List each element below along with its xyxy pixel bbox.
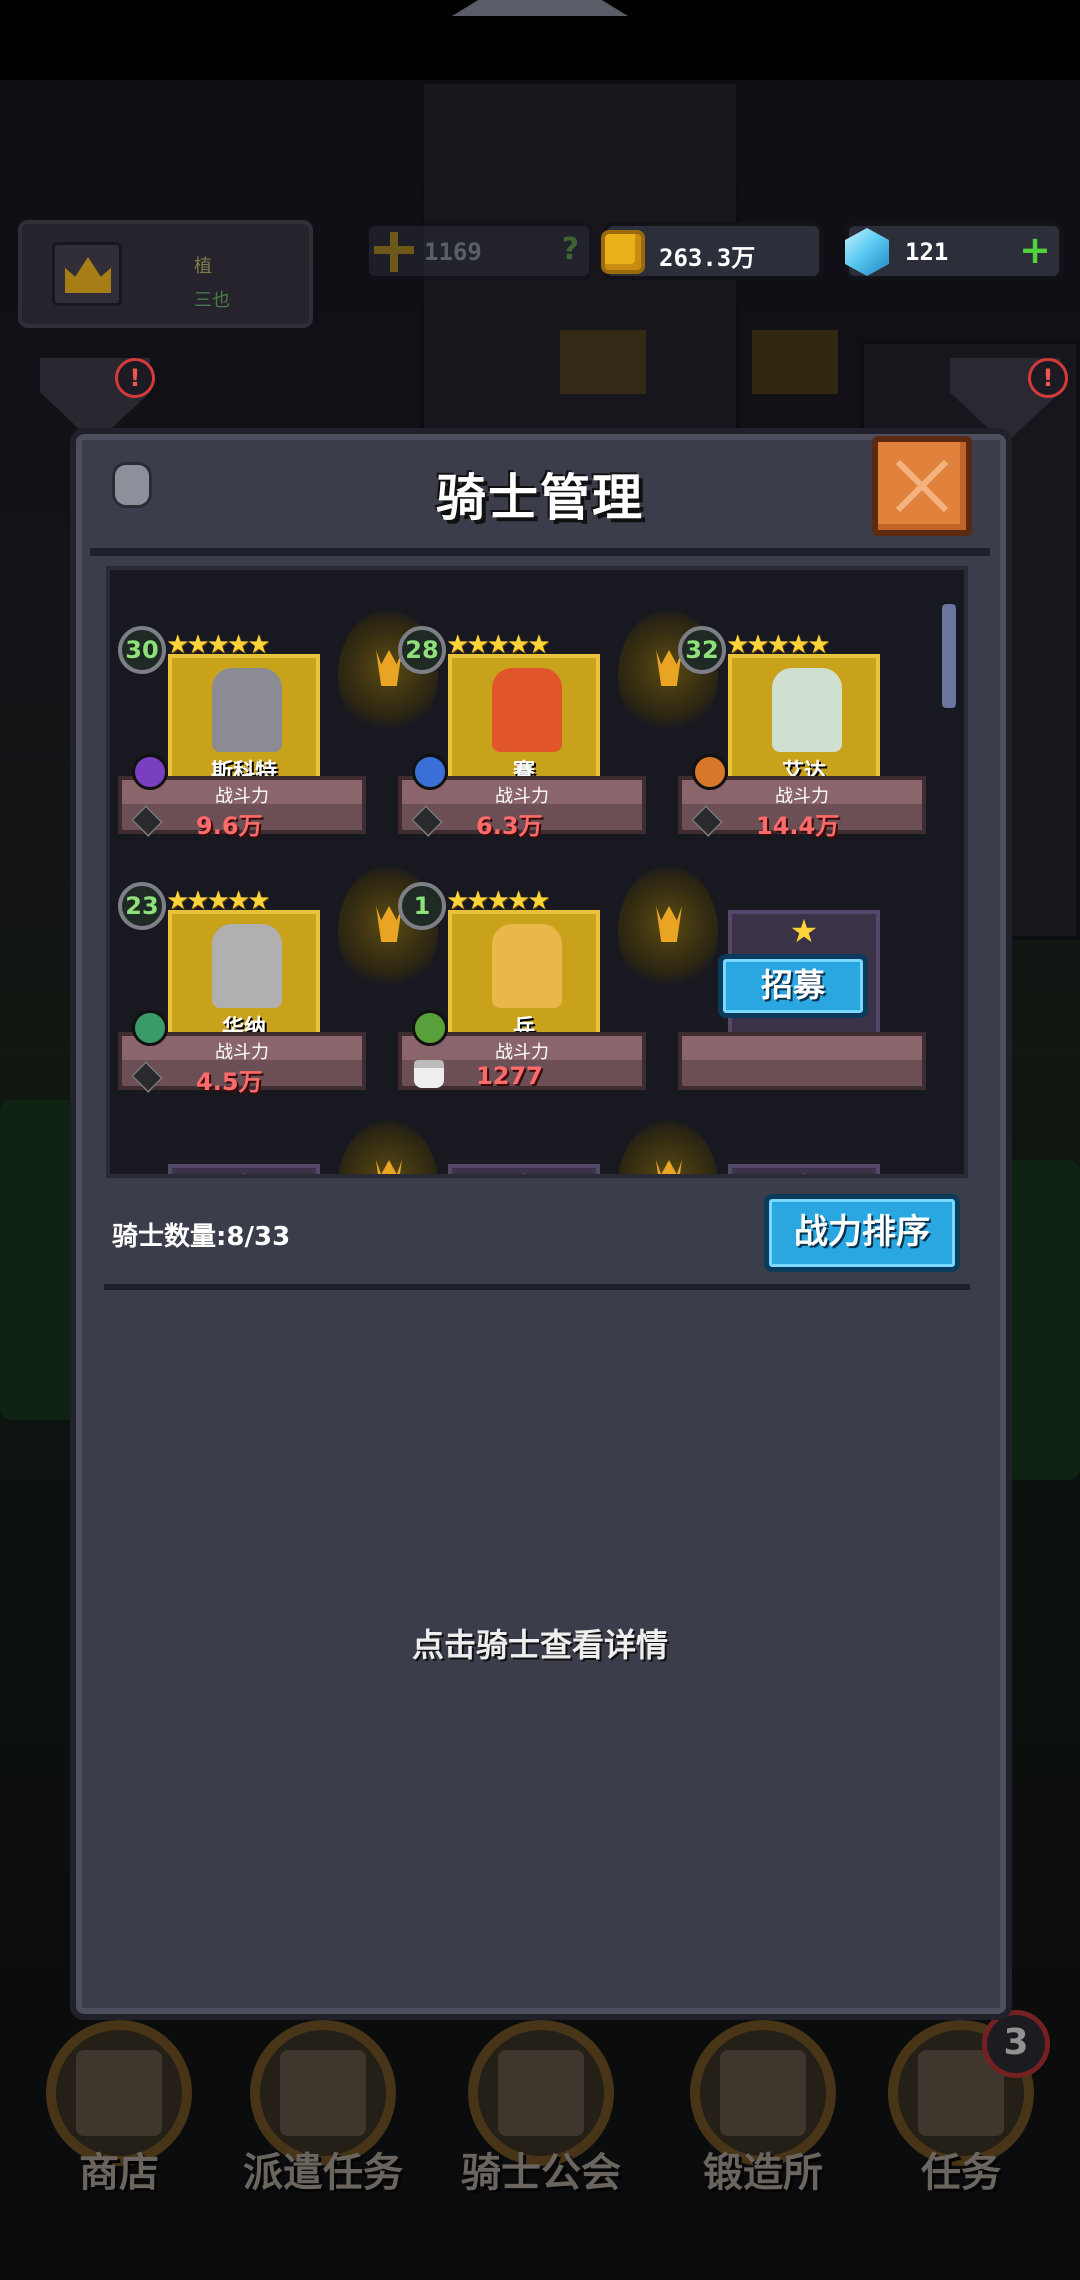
cake-icon xyxy=(414,1060,444,1088)
star-rating: ★★★★★ xyxy=(166,630,271,660)
star-icon: ★ xyxy=(448,1166,600,1174)
player-info-panel[interactable]: 植 三也 xyxy=(18,220,313,328)
sort-by-power-button[interactable]: 战力排序 xyxy=(764,1194,960,1272)
gold-counter[interactable]: 263.3万 xyxy=(601,222,823,280)
knight-sprite xyxy=(212,924,282,1008)
knight-grid[interactable]: 斯科特 30 ★★★★★ 战斗力 9.6万 賽 28 ★★★★★ 战斗力 6.3… xyxy=(106,566,968,1178)
knight-card[interactable]: 斯科特 30 ★★★★★ 战斗力 9.6万 xyxy=(118,626,368,840)
player-subtitle: 三也 xyxy=(194,290,230,311)
add-gems-button[interactable]: + xyxy=(1019,228,1051,272)
sword-icon xyxy=(131,805,163,837)
star-rating: ★★★★★ xyxy=(726,630,831,660)
info-divider xyxy=(104,1284,970,1290)
quest-count-badge: 3 xyxy=(982,2010,1050,2078)
crown-icon xyxy=(52,242,122,306)
dispatch-icon xyxy=(280,2050,366,2136)
nav-guild[interactable]: 骑士公会 xyxy=(446,2010,636,2210)
knight-sprite xyxy=(492,924,562,1008)
player-rank: 植 xyxy=(194,256,212,277)
power-value: 1277 xyxy=(476,1062,543,1090)
star-icon: ★ xyxy=(728,1166,880,1174)
level-badge: 28 xyxy=(398,626,446,674)
recruit-slot[interactable]: ★ 招募 xyxy=(678,882,928,1090)
nav-forge[interactable]: 锻造所 xyxy=(668,2010,858,2210)
knight-sprite xyxy=(212,668,282,752)
empty-slot-frame: ★ xyxy=(164,1160,324,1174)
grid-scrollbar[interactable] xyxy=(942,604,956,708)
knight-count: 骑士数量:8/33 xyxy=(112,1222,291,1252)
title-divider xyxy=(90,548,990,556)
gem-counter[interactable]: 121 + xyxy=(845,222,1063,280)
level-badge: 23 xyxy=(118,882,166,930)
empty-slot-frame: ★ xyxy=(724,1160,884,1174)
power-value: 9.6万 xyxy=(196,812,263,840)
empty-knight-slot[interactable]: ★ xyxy=(118,1136,368,1174)
nav-shop[interactable]: 商店 xyxy=(24,2010,214,2210)
power-value: 4.5万 xyxy=(196,1068,263,1096)
close-icon xyxy=(892,456,952,516)
element-icon xyxy=(412,1010,448,1046)
empty-plate xyxy=(678,1032,926,1090)
sword-icon xyxy=(411,805,443,837)
knight-card[interactable]: 艾达 32 ★★★★★ 战斗力 14.4万 xyxy=(678,626,928,840)
element-icon xyxy=(132,1010,168,1046)
gold-coin-icon xyxy=(601,230,645,274)
shop-icon xyxy=(76,2050,162,2136)
level-badge: 1 xyxy=(398,882,446,930)
nav-shop-label: 商店 xyxy=(79,2150,159,2196)
gem-icon xyxy=(845,228,889,276)
star-icon: ★ xyxy=(789,912,819,950)
detail-hint: 点击骑士查看详情 xyxy=(411,1626,668,1664)
nav-quests[interactable]: 任务 3 xyxy=(866,2010,1056,2210)
recruit-button[interactable]: 招募 xyxy=(718,954,868,1018)
knight-portrait: 賽 xyxy=(444,650,604,786)
guild-vip-icon xyxy=(498,2050,584,2136)
power-value: 1169 xyxy=(424,238,482,266)
star-icon: ★ xyxy=(168,1166,320,1174)
sword-icon xyxy=(131,1061,163,1093)
knight-portrait: 艾达 xyxy=(724,650,884,786)
gold-value: 263.3万 xyxy=(659,244,756,272)
power-value: 14.4万 xyxy=(756,812,840,840)
dialog-crest-icon xyxy=(452,0,628,16)
element-icon xyxy=(692,754,728,790)
star-rating: ★★★★★ xyxy=(166,886,271,916)
knight-sprite xyxy=(772,668,842,752)
close-button[interactable] xyxy=(872,436,972,536)
level-badge: 32 xyxy=(678,626,726,674)
empty-knight-slot[interactable]: ★ xyxy=(678,1136,928,1174)
gem-value: 121 xyxy=(905,238,949,266)
right-alert-icon: ! xyxy=(1028,358,1068,398)
level-badge: 30 xyxy=(118,626,166,674)
help-icon[interactable]: ? xyxy=(562,232,579,267)
empty-slot-frame: ★ xyxy=(444,1160,604,1174)
nav-quests-label: 任务 xyxy=(921,2150,1001,2196)
knight-card[interactable]: 賽 28 ★★★★★ 战斗力 6.3万 xyxy=(398,626,648,840)
nav-dispatch-label: 派遣任务 xyxy=(243,2150,403,2196)
nav-dispatch[interactable]: 派遣任务 xyxy=(228,2010,418,2210)
power-value: 6.3万 xyxy=(476,812,543,840)
element-icon xyxy=(412,754,448,790)
knight-portrait: 华纳 xyxy=(164,906,324,1042)
knight-portrait: 兵 xyxy=(444,906,604,1042)
knight-portrait: 斯科特 xyxy=(164,650,324,786)
knight-card[interactable]: 华纳 23 ★★★★★ 战斗力 4.5万 xyxy=(118,882,368,1096)
left-alert-icon: ! xyxy=(115,358,155,398)
nav-guild-label: 骑士公会 xyxy=(461,2150,621,2196)
nav-forge-label: 锻造所 xyxy=(703,2150,823,2196)
power-cross-icon xyxy=(374,232,414,272)
knight-sprite xyxy=(492,668,562,752)
knight-card[interactable]: 兵 1 ★★★★★ 战斗力 1277 xyxy=(398,882,648,1090)
power-counter[interactable]: 1169 ? xyxy=(365,222,593,280)
sword-icon xyxy=(691,805,723,837)
star-rating: ★★★★★ xyxy=(446,630,551,660)
empty-knight-slot[interactable]: ★ xyxy=(398,1136,648,1174)
anvil-icon xyxy=(720,2050,806,2136)
star-rating: ★★★★★ xyxy=(446,886,551,916)
element-icon xyxy=(132,754,168,790)
